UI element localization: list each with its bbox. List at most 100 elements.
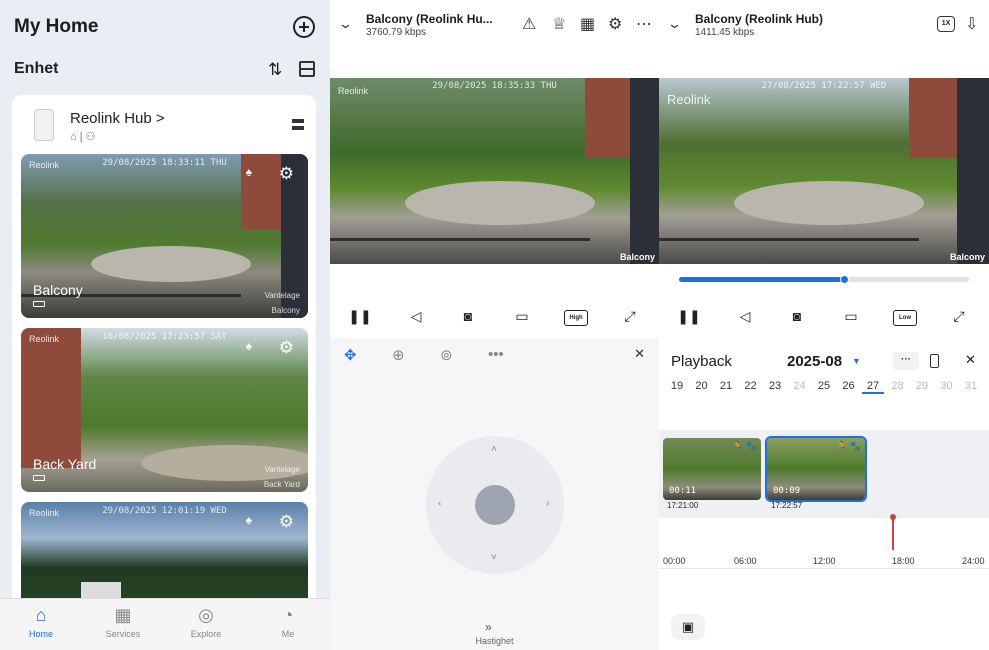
more-button[interactable]: ··· — [893, 352, 919, 370]
snapshot-icon[interactable]: ◙ — [456, 308, 480, 328]
gear-icon[interactable]: ⚙ — [279, 338, 294, 358]
hub-card: Reolink Hub > ⌂ | ⚇ 29/08/2025 18:33:11 … — [12, 95, 316, 635]
day-item[interactable]: 20 — [691, 380, 713, 392]
day-item[interactable]: 26 — [838, 380, 860, 392]
camera-timestamp: 29/08/2025 12:01:19 WED — [102, 506, 227, 516]
playback-progress[interactable] — [679, 275, 969, 284]
timeline-label: 18:00 — [892, 556, 915, 566]
target-icon[interactable]: ⊕ — [392, 346, 405, 364]
pause-icon[interactable]: ❚❚ — [677, 308, 701, 328]
day-item[interactable]: 31 — [960, 380, 982, 392]
video-timestamp: 29/08/2025 18:35:33 THU — [432, 81, 557, 91]
day-item[interactable]: 29 — [911, 380, 933, 392]
calendar-icon[interactable]: ▣ — [671, 614, 705, 640]
hub-device-image — [34, 109, 54, 141]
snapshot-icon[interactable]: ◙ — [785, 308, 809, 328]
day-item[interactable]: 25 — [813, 380, 835, 392]
sort-icon[interactable]: ⇅ — [268, 60, 282, 80]
page-title: My Home — [14, 16, 99, 37]
tab-services[interactable]: ▦ Services — [93, 605, 153, 639]
day-item[interactable]: 22 — [740, 380, 762, 392]
fullscreen-icon[interactable]: ⤢ — [618, 308, 642, 328]
timeline-axis[interactable] — [659, 568, 989, 569]
day-item[interactable]: 30 — [936, 380, 958, 392]
section-title: Enhet — [14, 60, 59, 77]
siren-icon[interactable]: ⚠ — [522, 14, 536, 34]
battery-icon — [33, 475, 45, 481]
day-item[interactable]: 28 — [887, 380, 909, 392]
progress-handle[interactable] — [840, 275, 850, 284]
spotlight-icon[interactable]: ♕ — [552, 14, 566, 34]
phone-icon[interactable] — [930, 354, 939, 368]
gear-icon[interactable]: ⚙ — [279, 164, 294, 184]
ptz-move-icon[interactable]: ✥ — [344, 346, 357, 364]
live-video[interactable]: 29/08/2025 18:35:33 THU Reolink Balcony — [330, 78, 659, 264]
arrow-up-icon[interactable]: ˄ — [491, 444, 497, 455]
clip-strip: 🏃 🐾 00:11 🏃 🐾 00:09 17:21:00 17:22:57 — [659, 430, 989, 518]
pause-icon[interactable]: ❚❚ — [348, 308, 372, 328]
day-item[interactable]: 24 — [789, 380, 811, 392]
quality-button[interactable]: High — [564, 310, 588, 326]
pir-icon: ♠ — [245, 339, 252, 353]
hub-name: Reolink Hub — [70, 110, 152, 127]
camera-label: Balcony — [949, 252, 985, 262]
tab-me[interactable]: ◔ Me — [258, 605, 318, 639]
view-toggle-icon[interactable] — [299, 61, 315, 77]
arrow-left-icon[interactable]: ‹ — [438, 498, 441, 509]
day-item[interactable]: 23 — [764, 380, 786, 392]
camera-name: Back Yard — [33, 456, 97, 472]
live-title: Balcony (Reolink Hu... — [366, 12, 493, 26]
chevron-down-icon[interactable]: ⌄ — [667, 16, 682, 32]
gear-icon[interactable]: ⚙ — [279, 512, 294, 532]
hub-menu-icon[interactable] — [292, 119, 304, 130]
clip-thumbnail[interactable]: 🏃 🐾 00:11 — [663, 438, 761, 500]
video-watermark: Reolink — [338, 86, 369, 96]
hub-name-link[interactable]: Reolink Hub > — [70, 110, 165, 127]
arrow-down-icon[interactable]: ˅ — [491, 552, 497, 563]
month-selector[interactable]: 2025-08 — [787, 353, 842, 370]
speed-icon[interactable]: » — [485, 620, 492, 634]
close-icon[interactable]: ✕ — [965, 352, 976, 368]
arrow-right-icon[interactable]: › — [546, 498, 549, 509]
fullscreen-icon[interactable]: ⤢ — [947, 308, 971, 328]
progress-fill — [679, 277, 845, 282]
camera-watermark: Reolink — [29, 160, 60, 170]
close-icon[interactable]: ✕ — [634, 346, 645, 362]
camera-name: Balcony — [33, 282, 83, 298]
playback-video[interactable]: 27/08/2025 17:22:57 WED Reolink Balcony — [659, 78, 989, 264]
live-video-frame — [330, 78, 659, 264]
camera-tile[interactable]: 16/08/2025 17:23:57 SAT Reolink ♠ ⚙ Back… — [21, 328, 308, 492]
more-icon[interactable]: ⋯ — [636, 14, 652, 34]
tab-home[interactable]: ⌂ Home — [11, 605, 71, 639]
camera-label: Back Yard — [263, 480, 300, 489]
day-item[interactable]: 21 — [715, 380, 737, 392]
add-device-icon[interactable] — [293, 16, 315, 38]
ptz-joystick[interactable]: ˄ ˅ ‹ › — [426, 436, 564, 574]
chevron-down-icon[interactable]: ▼ — [852, 356, 861, 366]
download-icon[interactable]: ⇩ — [965, 14, 978, 34]
more-icon[interactable]: ••• — [488, 346, 504, 363]
live-bitrate: 3760.79 kbps — [366, 27, 427, 38]
tab-explore[interactable]: ◎ Explore — [176, 605, 236, 639]
clip-thumbnail[interactable]: 🏃 🐾 00:09 — [765, 436, 867, 502]
grid-view-icon[interactable]: ▦ — [580, 14, 595, 34]
tab-label: Home — [28, 629, 53, 639]
quality-button[interactable]: Low — [893, 310, 917, 326]
chevron-down-icon[interactable]: ⌄ — [338, 16, 353, 32]
battery-icon — [33, 301, 45, 307]
speed-label: Hastighet — [475, 636, 514, 646]
day-item[interactable]: 27 — [862, 380, 884, 394]
camera-tile[interactable]: 29/08/2025 18:33:11 THU Reolink ♠ ⚙ Balc… — [21, 154, 308, 318]
joystick-knob[interactable] — [475, 485, 515, 525]
record-icon[interactable]: ▭ — [839, 308, 863, 328]
location-icon[interactable]: ⊚ — [440, 346, 453, 364]
playback-panel: ⌄ Balcony (Reolink Hub) 1411.45 kbps 1X … — [659, 0, 989, 650]
record-icon[interactable]: ▭ — [510, 308, 534, 328]
clip-time: 17:22:57 — [771, 501, 803, 510]
speed-badge[interactable]: 1X — [937, 16, 955, 32]
audio-icon[interactable]: ◁ — [404, 308, 428, 328]
audio-icon[interactable]: ◁ — [733, 308, 757, 328]
gear-icon[interactable]: ⚙ — [608, 14, 622, 34]
timeline-marker[interactable] — [890, 514, 896, 550]
day-item[interactable]: 19 — [666, 380, 688, 392]
